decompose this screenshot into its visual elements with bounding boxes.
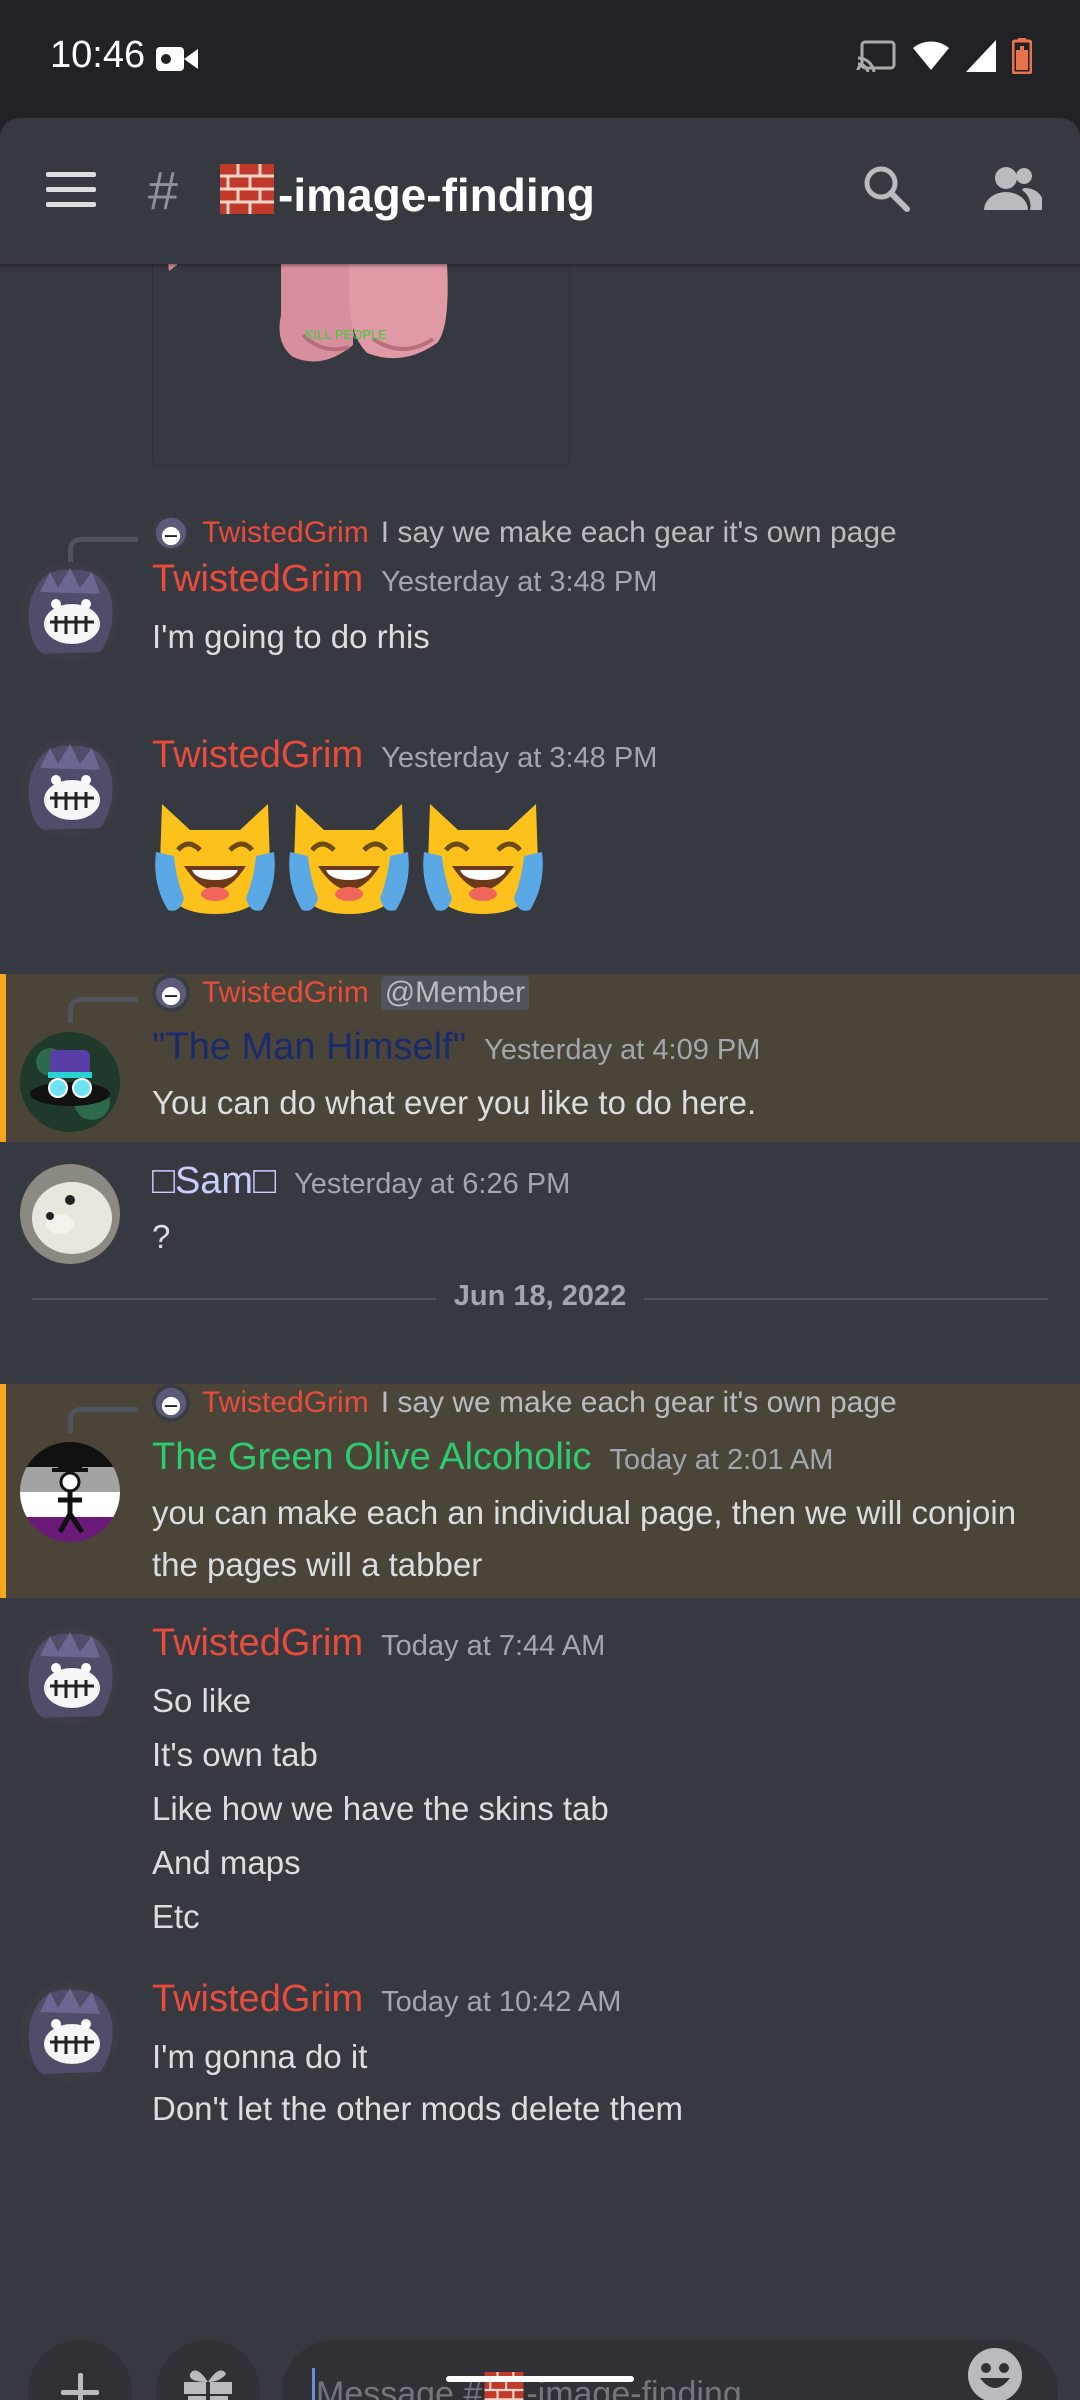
- reply-author[interactable]: TwistedGrim: [202, 1386, 369, 1420]
- image-attachment[interactable]: KILL PEOPLE: [152, 264, 570, 466]
- message-text: you can make each an individual page, th…: [152, 1494, 1017, 1531]
- timestamp: Today at 10:42 AM: [381, 1986, 622, 2018]
- message-item[interactable]: TwistedGrim Today at 7:44 AM So like It'…: [0, 1598, 1080, 1935]
- channel-header: # -image-finding: [0, 118, 1080, 264]
- joy-cat-icon[interactable]: [418, 794, 548, 920]
- message-text: And maps: [152, 1844, 301, 1881]
- message-header: □Sam□ Yesterday at 6:26 PM: [152, 1160, 570, 1203]
- wifi-icon: [912, 40, 950, 77]
- reply-text: I say we make each gear it's own page: [380, 516, 897, 549]
- message-text: You can do what ever you like to do here…: [152, 1084, 757, 1121]
- avatar: [152, 514, 190, 552]
- avatar: [152, 974, 190, 1012]
- message-text: the pages will a tabber: [152, 1546, 483, 1583]
- composer: Message # -image-finding: [0, 2224, 1080, 2400]
- reply-author[interactable]: TwistedGrim: [202, 516, 369, 550]
- author-name[interactable]: □Sam□: [152, 1160, 276, 1203]
- message-text: I'm gonna do it: [152, 2038, 368, 2075]
- cast-icon: [856, 40, 896, 77]
- message-header: TwistedGrim Today at 10:42 AM: [152, 1978, 621, 2021]
- message-header: The Green Olive Alcoholic Today at 2:01 …: [152, 1436, 833, 1479]
- emoji-row: [150, 794, 548, 920]
- author-name[interactable]: TwistedGrim: [152, 734, 363, 777]
- avatar[interactable]: [20, 1982, 120, 2082]
- message-item[interactable]: □Sam□ Yesterday at 6:26 PM ?: [0, 1142, 1080, 1264]
- text-cursor: [312, 2368, 315, 2400]
- plus-icon: [61, 2373, 99, 2400]
- timestamp: Today at 2:01 AM: [609, 1444, 834, 1476]
- timestamp: Yesterday at 4:09 PM: [484, 1034, 761, 1066]
- message-header: TwistedGrim Yesterday at 3:48 PM: [152, 734, 657, 777]
- timestamp: Today at 7:44 AM: [381, 1630, 606, 1662]
- emoji-icon[interactable]: [966, 2346, 1024, 2400]
- signal-icon: [966, 40, 996, 77]
- brick-icon: [220, 164, 274, 225]
- author-name[interactable]: TwistedGrim: [152, 1622, 363, 1665]
- message-item-mention[interactable]: TwistedGrim @Member "The Man Himself" Ye…: [0, 974, 1080, 1142]
- avatar: [152, 1384, 190, 1422]
- channel-hash: #: [148, 161, 179, 221]
- timestamp: Yesterday at 3:48 PM: [381, 742, 658, 774]
- author-name[interactable]: The Green Olive Alcoholic: [152, 1436, 591, 1479]
- channel-title[interactable]: -image-finding: [220, 164, 595, 225]
- author-name[interactable]: TwistedGrim: [152, 1978, 363, 2021]
- reply-author[interactable]: TwistedGrim: [202, 976, 369, 1010]
- message-text: So like: [152, 1682, 252, 1719]
- video-camera-icon: [156, 44, 198, 79]
- reply-preview[interactable]: TwistedGrim @Member: [152, 974, 530, 1012]
- pink-figure-image: KILL PEOPLE: [153, 264, 569, 465]
- avatar[interactable]: [20, 562, 120, 662]
- message-header: TwistedGrim Today at 7:44 AM: [152, 1622, 605, 1665]
- author-name[interactable]: TwistedGrim: [152, 558, 363, 601]
- message-text: ?: [152, 1218, 171, 1255]
- reply-connector: [68, 997, 138, 1023]
- message-header: "The Man Himself" Yesterday at 4:09 PM: [152, 1026, 760, 1069]
- avatar[interactable]: [20, 1626, 120, 1726]
- add-attachment-button[interactable]: [28, 2340, 132, 2400]
- avatar[interactable]: [20, 1032, 120, 1132]
- date-divider-label: Jun 18, 2022: [453, 1280, 627, 1312]
- home-indicator[interactable]: [446, 2376, 634, 2382]
- members-icon[interactable]: [984, 164, 1044, 217]
- channel-name: -image-finding: [278, 168, 595, 221]
- date-divider: Jun 18, 2022: [32, 1278, 1048, 1318]
- battery-icon: [1011, 38, 1033, 79]
- reply-connector: [68, 537, 138, 563]
- message-list[interactable]: KILL PEOPLE TwistedGrim I say we make ea…: [0, 264, 1080, 2224]
- timestamp: Yesterday at 6:26 PM: [294, 1168, 571, 1200]
- message-input[interactable]: Message # -image-finding: [282, 2340, 1058, 2400]
- avatar[interactable]: [20, 1442, 120, 1542]
- gift-button[interactable]: [156, 2340, 260, 2400]
- avatar[interactable]: [20, 1164, 120, 1264]
- message-text: Like how we have the skins tab: [152, 1790, 609, 1827]
- author-name[interactable]: "The Man Himself": [152, 1026, 466, 1069]
- timestamp: Yesterday at 3:48 PM: [381, 566, 658, 598]
- joy-cat-icon[interactable]: [284, 794, 414, 920]
- message-text: Don't let the other mods delete them: [152, 2090, 683, 2127]
- reply-connector: [68, 1407, 138, 1433]
- message-text: I'm going to do rhis: [152, 618, 430, 655]
- reply-text: I say we make each gear it's own page: [380, 1386, 897, 1419]
- message-item[interactable]: TwistedGrim Yesterday at 3:48 PM: [0, 724, 1080, 914]
- status-bar: 10:46: [0, 0, 1080, 118]
- image-caption: KILL PEOPLE: [305, 327, 387, 342]
- gift-icon: [184, 2370, 232, 2400]
- message-item[interactable]: TwistedGrim I say we make each gear it's…: [0, 502, 1080, 724]
- message-header: TwistedGrim Yesterday at 3:48 PM: [152, 558, 657, 601]
- joy-cat-icon[interactable]: [150, 794, 280, 920]
- hamburger-icon[interactable]: [46, 170, 96, 215]
- message-item[interactable]: TwistedGrim Today at 10:42 AM I'm gonna …: [0, 1954, 1080, 2134]
- reply-preview[interactable]: TwistedGrim I say we make each gear it's…: [152, 1384, 897, 1422]
- search-icon[interactable]: [862, 164, 910, 217]
- app-shell: # -image-finding KILL PEOPLE TwistedGrim…: [0, 118, 1080, 2400]
- message-text: It's own tab: [152, 1736, 318, 1773]
- reply-preview[interactable]: TwistedGrim I say we make each gear it's…: [152, 514, 897, 552]
- divider-line: [644, 1298, 1048, 1300]
- message-text: Etc: [152, 1898, 200, 1935]
- status-time: 10:46: [50, 34, 146, 76]
- role-mention[interactable]: @Member: [380, 976, 530, 1010]
- avatar[interactable]: [20, 738, 120, 838]
- message-item-mention[interactable]: TwistedGrim I say we make each gear it's…: [0, 1384, 1080, 1598]
